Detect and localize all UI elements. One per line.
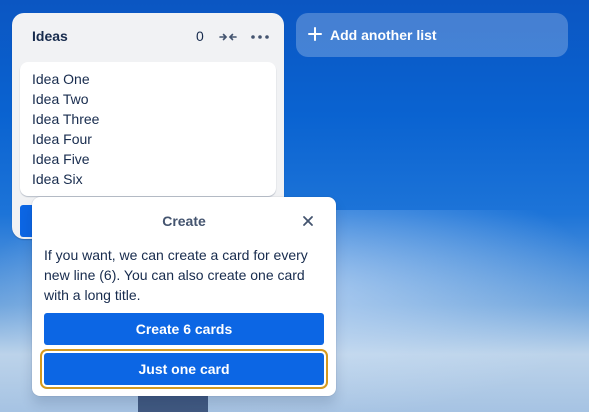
list-header: Ideas 0 [12, 13, 284, 61]
plus-icon [308, 27, 322, 41]
card-text-line: Idea One [32, 71, 90, 87]
list-card-count: 0 [196, 28, 204, 44]
popover-message: If you want, we can create a card for ev… [44, 247, 308, 303]
collapse-arrows-icon[interactable] [219, 29, 237, 45]
list-title[interactable]: Ideas [32, 28, 68, 44]
card-text-line: Idea Four [32, 131, 92, 147]
more-horizontal-icon[interactable] [250, 29, 270, 45]
close-icon [303, 216, 313, 226]
popover-title: Create [162, 213, 206, 229]
close-popover-button[interactable] [296, 209, 320, 233]
add-another-list-button[interactable]: Add another list [296, 13, 568, 57]
card-text-line: Idea Three [32, 111, 100, 127]
card-text-line: Idea Two [32, 91, 89, 107]
card-text-line: Idea Five [32, 151, 90, 167]
card-text-line: Idea Six [32, 171, 83, 187]
create-multiple-cards-button[interactable]: Create 6 cards [44, 313, 324, 345]
card-title-textarea[interactable]: Idea One Idea Two Idea Three Idea Four I… [20, 62, 276, 196]
just-one-card-button[interactable]: Just one card [44, 353, 324, 385]
add-list-label: Add another list [330, 27, 437, 43]
create-cards-popover: Create If you want, we can create a card… [32, 197, 336, 396]
